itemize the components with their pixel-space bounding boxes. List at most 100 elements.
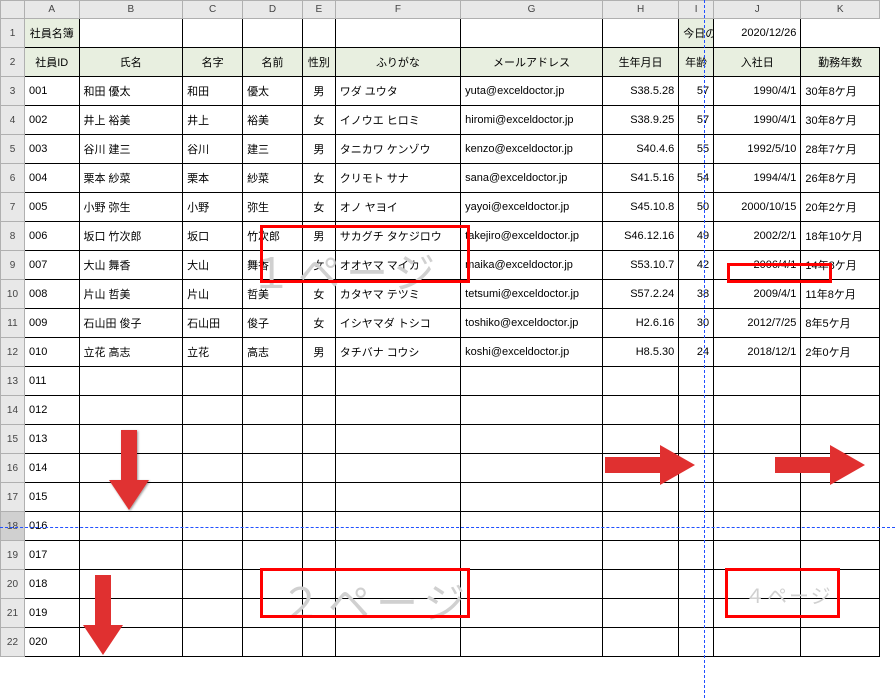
table-header[interactable]: メールアドレス — [461, 48, 603, 77]
empty-cell[interactable] — [303, 599, 336, 628]
empty-cell[interactable] — [183, 454, 243, 483]
cell-years[interactable]: 20年2ケ月 — [801, 193, 880, 222]
cell-id[interactable]: 012 — [24, 396, 79, 425]
col-header[interactable]: G — [461, 1, 603, 19]
empty-cell[interactable] — [335, 541, 460, 570]
cell-birth[interactable]: S45.10.8 — [602, 193, 678, 222]
empty-cell[interactable] — [801, 628, 880, 657]
table-header[interactable]: 入社日 — [714, 48, 801, 77]
empty-cell[interactable] — [335, 599, 460, 628]
empty-cell[interactable] — [243, 454, 303, 483]
cell-email[interactable]: kenzo@exceldoctor.jp — [461, 135, 603, 164]
empty-cell[interactable] — [79, 454, 183, 483]
empty-cell[interactable] — [303, 425, 336, 454]
empty-cell[interactable] — [714, 483, 801, 512]
empty-cell[interactable] — [79, 570, 183, 599]
cell-age[interactable]: 42 — [679, 251, 714, 280]
cell-email[interactable]: yayoi@exceldoctor.jp — [461, 193, 603, 222]
cell-id[interactable]: 014 — [24, 454, 79, 483]
empty-cell[interactable] — [303, 454, 336, 483]
empty-cell[interactable] — [183, 367, 243, 396]
cell-gender[interactable]: 男 — [303, 222, 336, 251]
empty-cell[interactable] — [801, 570, 880, 599]
cell-surname[interactable]: 立花 — [183, 338, 243, 367]
cell-name[interactable]: 片山 哲美 — [79, 280, 183, 309]
cell-years[interactable]: 30年8ケ月 — [801, 77, 880, 106]
cell-hire[interactable]: 2000/10/15 — [714, 193, 801, 222]
table-header[interactable]: 名字 — [183, 48, 243, 77]
cell-email[interactable]: maika@exceldoctor.jp — [461, 251, 603, 280]
empty-cell[interactable] — [79, 19, 183, 48]
cell-kana[interactable]: イシヤマダ トシコ — [335, 309, 460, 338]
empty-cell[interactable] — [602, 425, 678, 454]
cell-years[interactable]: 18年10ケ月 — [801, 222, 880, 251]
empty-cell[interactable] — [602, 367, 678, 396]
col-header[interactable]: H — [602, 1, 678, 19]
cell-age[interactable]: 50 — [679, 193, 714, 222]
empty-cell[interactable] — [461, 19, 603, 48]
cell-name[interactable]: 谷川 建三 — [79, 135, 183, 164]
title-cell[interactable]: 社員名簿 — [24, 19, 79, 48]
empty-cell[interactable] — [602, 19, 678, 48]
cell-given[interactable]: 紗菜 — [243, 164, 303, 193]
empty-cell[interactable] — [335, 628, 460, 657]
cell-surname[interactable]: 谷川 — [183, 135, 243, 164]
col-header[interactable]: A — [24, 1, 79, 19]
empty-cell[interactable] — [335, 570, 460, 599]
empty-cell[interactable] — [714, 454, 801, 483]
empty-cell[interactable] — [679, 483, 714, 512]
cell-kana[interactable]: イノウエ ヒロミ — [335, 106, 460, 135]
empty-cell[interactable] — [243, 628, 303, 657]
empty-cell[interactable] — [303, 367, 336, 396]
empty-cell[interactable] — [461, 396, 603, 425]
cell-kana[interactable]: ワダ ユウタ — [335, 77, 460, 106]
empty-cell[interactable] — [679, 367, 714, 396]
corner-cell[interactable] — [1, 1, 25, 19]
col-header[interactable]: B — [79, 1, 183, 19]
cell-id[interactable]: 020 — [24, 628, 79, 657]
cell-hire[interactable]: 2018/12/1 — [714, 338, 801, 367]
cell-id[interactable]: 017 — [24, 541, 79, 570]
empty-cell[interactable] — [602, 541, 678, 570]
row-header[interactable]: 18 — [1, 512, 25, 541]
empty-cell[interactable] — [183, 396, 243, 425]
cell-given[interactable]: 優太 — [243, 77, 303, 106]
cell-hire[interactable]: 1994/4/1 — [714, 164, 801, 193]
row-header[interactable]: 1 — [1, 19, 25, 48]
empty-cell[interactable] — [303, 396, 336, 425]
cell-gender[interactable]: 男 — [303, 77, 336, 106]
empty-cell[interactable] — [801, 541, 880, 570]
cell-id[interactable]: 005 — [24, 193, 79, 222]
cell-id[interactable]: 001 — [24, 77, 79, 106]
row-header[interactable]: 13 — [1, 367, 25, 396]
empty-cell[interactable] — [303, 512, 336, 541]
today-value[interactable]: 2020/12/26 — [714, 19, 801, 48]
cell-id[interactable]: 013 — [24, 425, 79, 454]
cell-id[interactable]: 006 — [24, 222, 79, 251]
empty-cell[interactable] — [183, 628, 243, 657]
cell-name[interactable]: 井上 裕美 — [79, 106, 183, 135]
cell-years[interactable]: 14年8ケ月 — [801, 251, 880, 280]
row-header[interactable]: 4 — [1, 106, 25, 135]
empty-cell[interactable] — [79, 396, 183, 425]
table-header[interactable]: ふりがな — [335, 48, 460, 77]
cell-years[interactable]: 2年0ケ月 — [801, 338, 880, 367]
cell-id[interactable]: 010 — [24, 338, 79, 367]
row-header[interactable]: 10 — [1, 280, 25, 309]
empty-cell[interactable] — [243, 512, 303, 541]
empty-cell[interactable] — [714, 628, 801, 657]
cell-email[interactable]: toshiko@exceldoctor.jp — [461, 309, 603, 338]
cell-id[interactable]: 011 — [24, 367, 79, 396]
cell-surname[interactable]: 井上 — [183, 106, 243, 135]
cell-id[interactable]: 003 — [24, 135, 79, 164]
row-header[interactable]: 9 — [1, 251, 25, 280]
row-header[interactable]: 17 — [1, 483, 25, 512]
col-header[interactable]: I — [679, 1, 714, 19]
empty-cell[interactable] — [243, 541, 303, 570]
col-header[interactable]: D — [243, 1, 303, 19]
table-header[interactable]: 性別 — [303, 48, 336, 77]
empty-cell[interactable] — [602, 570, 678, 599]
empty-cell[interactable] — [602, 628, 678, 657]
empty-cell[interactable] — [79, 425, 183, 454]
cell-id[interactable]: 002 — [24, 106, 79, 135]
